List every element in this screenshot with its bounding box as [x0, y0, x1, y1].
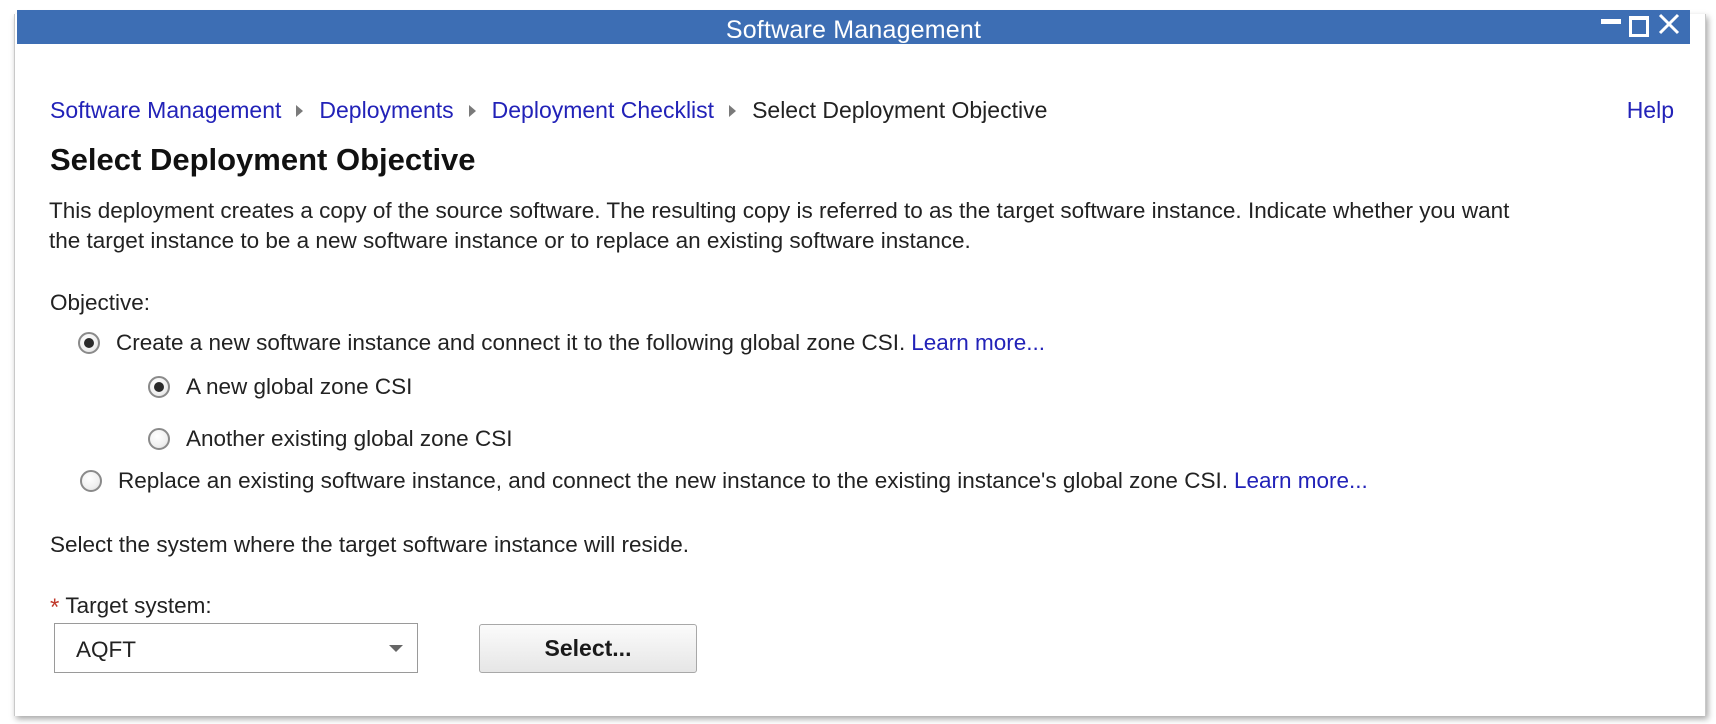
target-system-label-text: Target system:: [65, 593, 212, 618]
radio-create-new-label[interactable]: Create a new software instance and conne…: [116, 330, 905, 356]
radio-new-global-zone-label[interactable]: A new global zone CSI: [186, 374, 412, 400]
radio-new-global-zone[interactable]: [148, 376, 170, 398]
description-line-1: This deployment creates a copy of the so…: [49, 198, 1510, 223]
chevron-right-icon: [296, 104, 304, 117]
title-bar: Software Management: [17, 10, 1690, 44]
target-instruction: Select the system where the target softw…: [50, 532, 690, 557]
select-button[interactable]: Select...: [479, 624, 697, 673]
dropdown-caret-icon[interactable]: [389, 645, 403, 652]
learn-more-link-create[interactable]: Learn more...: [911, 330, 1045, 356]
minimize-icon: [1601, 19, 1621, 24]
radio-create-new[interactable]: [78, 332, 100, 354]
chevron-right-icon: [468, 104, 476, 117]
maximize-icon: [1629, 16, 1649, 37]
description-text: This deployment creates a copy of the so…: [49, 196, 1669, 256]
objective-label: Objective:: [50, 290, 151, 315]
help-link[interactable]: Help: [1627, 97, 1674, 124]
breadcrumb-current: Select Deployment Objective: [752, 97, 1048, 123]
radio-option-create-new[interactable]: Create a new software instance and conne…: [78, 330, 1045, 356]
radio-option-new-global-zone[interactable]: A new global zone CSI: [148, 374, 412, 400]
breadcrumb-link-software-management[interactable]: Software Management: [50, 97, 281, 124]
target-system-dropdown[interactable]: AQFT: [54, 623, 418, 673]
close-button[interactable]: [1655, 10, 1683, 44]
radio-option-replace-existing[interactable]: Replace an existing software instance, a…: [80, 468, 1368, 494]
target-system-label: * Target system:: [50, 592, 212, 621]
required-marker: *: [50, 594, 60, 621]
chevron-right-icon: [729, 104, 737, 117]
window-title: Software Management: [725, 16, 982, 44]
radio-existing-global-zone[interactable]: [148, 428, 170, 450]
learn-more-link-replace[interactable]: Learn more...: [1234, 468, 1368, 494]
breadcrumb-link-deployment-checklist[interactable]: Deployment Checklist: [492, 97, 714, 124]
minimize-button[interactable]: [1599, 10, 1623, 44]
radio-replace-existing-label[interactable]: Replace an existing software instance, a…: [118, 468, 1228, 494]
description-line-2: the target instance to be a new software…: [49, 228, 971, 253]
breadcrumb-link-deployments[interactable]: Deployments: [319, 97, 453, 124]
page-title: Select Deployment Objective: [50, 142, 476, 177]
breadcrumb: Software Management Deployments Deployme…: [50, 97, 1047, 124]
radio-option-existing-global-zone[interactable]: Another existing global zone CSI: [148, 426, 512, 452]
radio-existing-global-zone-label[interactable]: Another existing global zone CSI: [186, 426, 512, 452]
target-system-value: AQFT: [76, 637, 136, 662]
maximize-button[interactable]: [1627, 10, 1651, 44]
close-icon: [1658, 13, 1680, 35]
radio-replace-existing[interactable]: [80, 470, 102, 492]
